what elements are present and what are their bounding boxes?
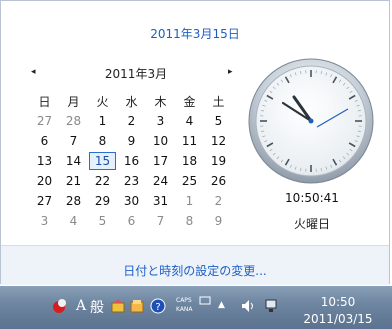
- calendar-day[interactable]: 2: [204, 191, 233, 211]
- calendar-week-row: 27 28 1 2 3 4 5: [30, 111, 233, 131]
- calendar-week-row: 3456789: [30, 211, 233, 231]
- volume-icon[interactable]: [240, 298, 256, 314]
- calendar-day[interactable]: 30: [117, 191, 146, 211]
- calendar-day[interactable]: 7: [59, 131, 88, 151]
- ime-input-mode-a[interactable]: A: [76, 298, 86, 314]
- flyout-footer: 日付と時刻の設定の変更...: [1, 245, 389, 285]
- calendar-day[interactable]: 7: [146, 211, 175, 231]
- calendar-day[interactable]: 31: [146, 191, 175, 211]
- calendar-day[interactable]: 17: [146, 151, 175, 171]
- calendar-day[interactable]: 10: [146, 131, 175, 151]
- caps-kana-indicator: CAPS KANA: [176, 297, 193, 313]
- calendar-day[interactable]: 13: [30, 151, 59, 171]
- calendar-week-row: 20 21 22 23 24 25 26: [30, 171, 233, 191]
- calendar-day[interactable]: 27: [30, 191, 59, 211]
- analog-clock: [248, 58, 374, 184]
- calendar-day[interactable]: 8: [175, 211, 204, 231]
- ime-options-icon[interactable]: [199, 296, 211, 306]
- tray-time: 10:50: [320, 295, 356, 309]
- clock-flyout: 2011年3月15日 ◂ 2011年3月 ▸ 日月火水木金土 27 28 1 2 3 4 5…: [0, 0, 390, 285]
- calendar-day[interactable]: 8: [88, 131, 117, 151]
- calendar-day[interactable]: 5: [88, 211, 117, 231]
- calendar-day[interactable]: 18: [175, 151, 204, 171]
- calendar-day[interactable]: 14: [59, 151, 88, 171]
- weekday-header: 水: [125, 94, 138, 109]
- tray-clock[interactable]: 10:50 2011/03/15: [300, 294, 376, 328]
- calendar-day[interactable]: 11: [175, 131, 204, 151]
- calendar-day[interactable]: 16: [117, 151, 146, 171]
- svg-text:?: ?: [155, 302, 160, 313]
- weekday-header-row: 日月火水木金土: [30, 91, 233, 111]
- network-icon[interactable]: [264, 298, 280, 314]
- current-date-link[interactable]: 2011年3月15日: [1, 25, 389, 42]
- calendar-day[interactable]: 23: [117, 171, 146, 191]
- weekday-header: 金: [183, 94, 196, 109]
- calendar-day[interactable]: 20: [30, 171, 59, 191]
- calendar-day[interactable]: 1: [175, 191, 204, 211]
- calendar-day[interactable]: 27: [30, 111, 59, 131]
- calendar-day[interactable]: 29: [88, 191, 117, 211]
- help-icon[interactable]: ?: [150, 298, 166, 314]
- calendar-day-today[interactable]: 15: [88, 151, 117, 171]
- calendar-day[interactable]: 3: [30, 211, 59, 231]
- ime-dictionary-icon[interactable]: [129, 298, 145, 314]
- calendar-week-row: 27 28 29 30 31 1 2: [30, 191, 233, 211]
- calendar-day[interactable]: 3: [146, 111, 175, 131]
- calendar-day[interactable]: 28: [59, 111, 88, 131]
- calendar-day[interactable]: 22: [88, 171, 117, 191]
- calendar-grid: 日月火水木金土 27 28 1 2 3 4 5 6 7 8 9 10 11 12 13 14 15 16 17 18 1…: [30, 91, 233, 231]
- calendar-day[interactable]: 26: [204, 171, 233, 191]
- calendar-day[interactable]: 9: [204, 211, 233, 231]
- show-hidden-icons-icon[interactable]: ▲: [218, 300, 225, 310]
- weekday-header: 月: [67, 94, 80, 109]
- month-title[interactable]: 2011年3月: [91, 65, 181, 82]
- calendar-day[interactable]: 9: [117, 131, 146, 151]
- calendar-week-row: 13 14 15 16 17 18 19: [30, 151, 233, 171]
- calendar-day[interactable]: 4: [175, 111, 204, 131]
- calendar-day[interactable]: 5: [204, 111, 233, 131]
- digital-time: 10:50:41: [285, 191, 339, 205]
- day-of-week: 火曜日: [293, 217, 330, 231]
- calendar-day[interactable]: 2: [117, 111, 146, 131]
- calendar-day[interactable]: 12: [204, 131, 233, 151]
- calendar-day[interactable]: 6: [30, 131, 59, 151]
- calendar-day[interactable]: 25: [175, 171, 204, 191]
- change-datetime-settings-link[interactable]: 日付と時刻の設定の変更...: [1, 262, 389, 279]
- calendar-day[interactable]: 6: [117, 211, 146, 231]
- weekday-header: 土: [212, 94, 225, 109]
- calendar-day[interactable]: 24: [146, 171, 175, 191]
- ime-mode-label[interactable]: 般: [90, 297, 104, 317]
- calendar-day[interactable]: 4: [59, 211, 88, 231]
- calendar-day[interactable]: 1: [88, 111, 117, 131]
- weekday-header: 木: [154, 94, 167, 109]
- calendar-day[interactable]: 21: [59, 171, 88, 191]
- prev-month-icon[interactable]: ◂: [31, 67, 36, 77]
- weekday-header: 火: [96, 94, 109, 109]
- calendar-week-row: 6 7 8 9 10 11 12: [30, 131, 233, 151]
- weekday-header: 日: [38, 94, 51, 109]
- calendar-day[interactable]: 19: [204, 151, 233, 171]
- next-month-icon[interactable]: ▸: [228, 67, 233, 77]
- ime-bar-icon[interactable]: [52, 298, 68, 314]
- ime-tool-icon[interactable]: [110, 298, 126, 314]
- calendar-body: 27 28 1 2 3 4 5 6 7 8 9 10 11 12 13 14 15 16 17 18 19 20 21 22 2…: [30, 111, 233, 231]
- tray-date: 2011/03/15: [303, 312, 373, 326]
- calendar-day[interactable]: 28: [59, 191, 88, 211]
